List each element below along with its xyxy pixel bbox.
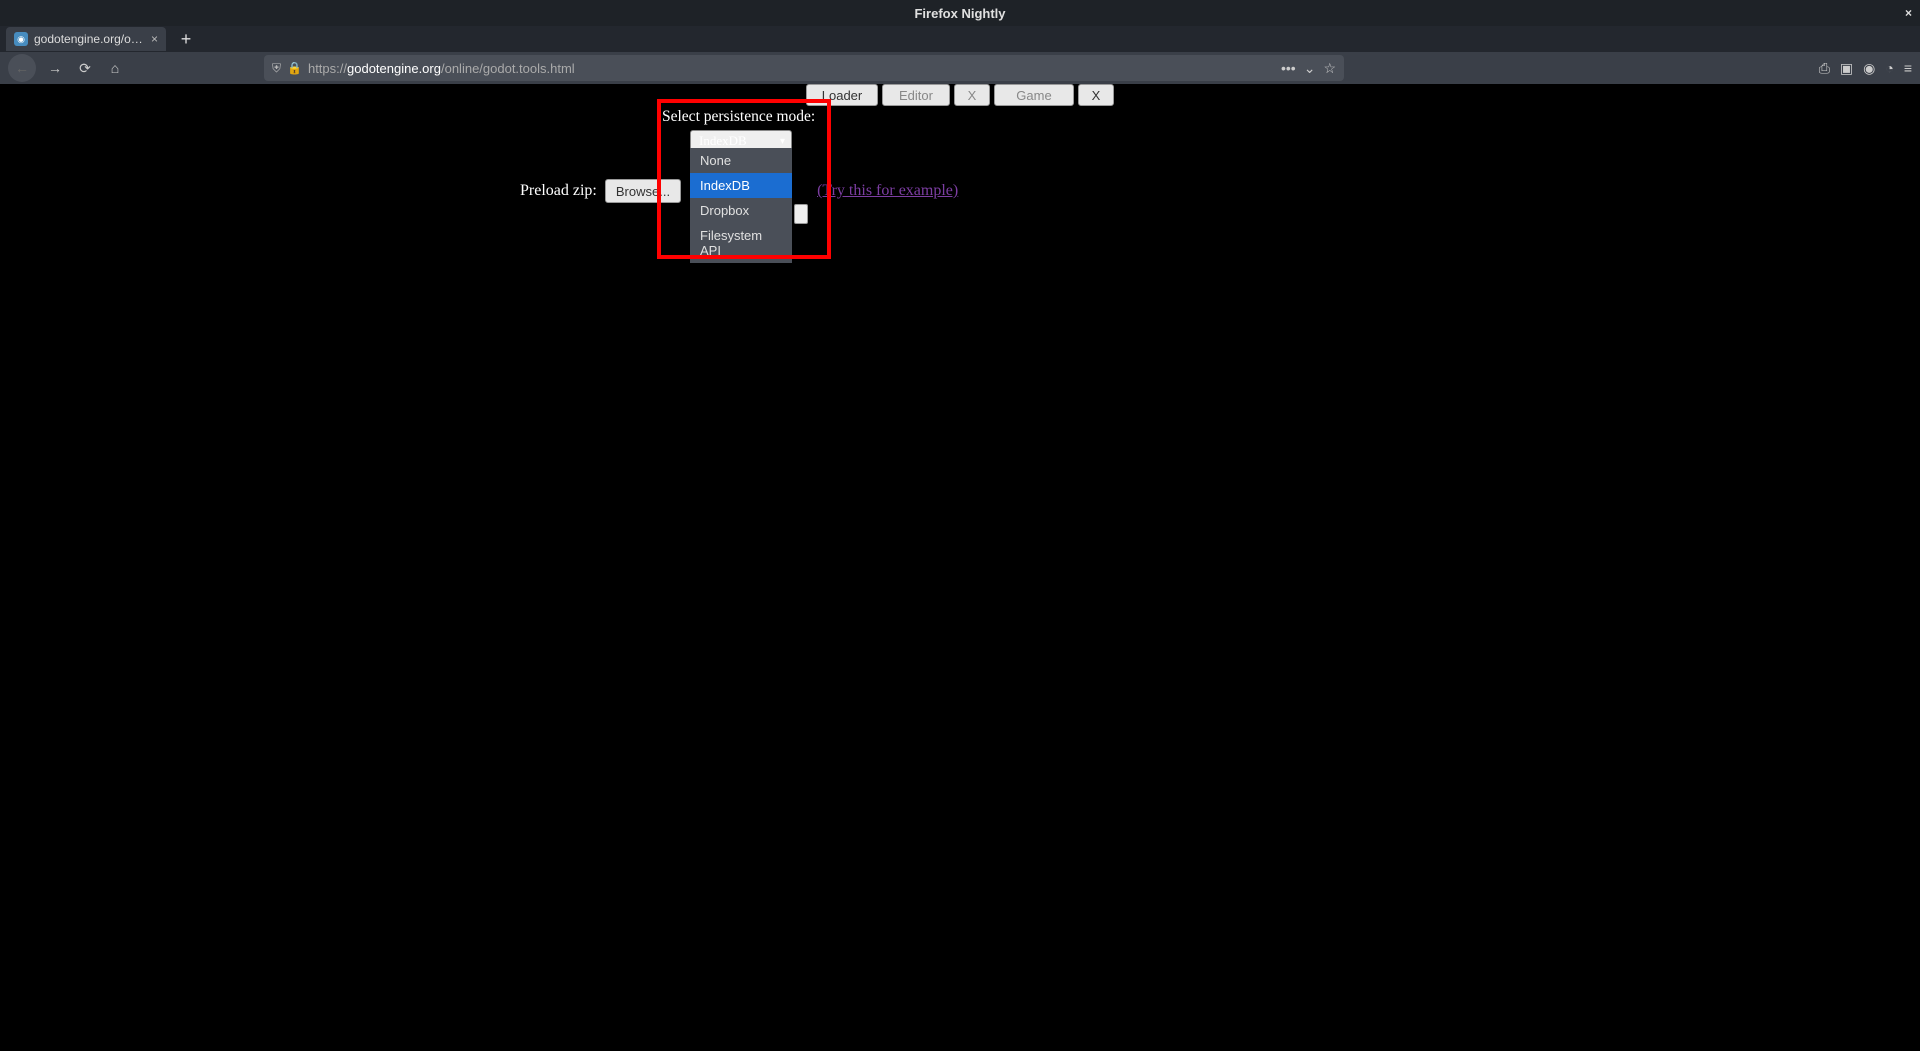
editor-button[interactable]: Editor [882,84,950,106]
godot-favicon: ◉ [14,32,28,46]
persistence-selected-value: IndexDB [699,133,747,149]
page-actions-icon[interactable]: ••• [1281,60,1296,77]
game-button[interactable]: Game [994,84,1074,106]
library-icon[interactable]: ⎙ [1819,60,1830,77]
back-button[interactable]: ← [8,54,36,82]
small-button[interactable] [794,204,808,224]
window-title: Firefox Nightly [914,6,1005,21]
browser-tab[interactable]: ◉ godotengine.org/online/g × [6,27,166,51]
url-toolbar: ← → ⟳ ⌂ ⛨ 🔒 https://godotengine.org/onli… [0,52,1920,84]
top-button-row: Loader Editor X Game X [806,84,1114,106]
dropdown-option-none[interactable]: None [690,148,792,173]
tab-close-icon[interactable]: × [151,32,158,46]
toolbar-right-icons: ⎙ ▣ ◉ ◔ ≡ [1819,60,1912,77]
url-text: https://godotengine.org/online/godot.too… [308,61,1275,76]
try-example-link[interactable]: (Try this for example) [817,182,958,200]
home-button[interactable]: ⌂ [104,57,126,79]
tab-strip: ◉ godotengine.org/online/g × + [0,26,1920,52]
window-titlebar: Firefox Nightly × [0,0,1920,26]
forward-button[interactable]: → [44,57,66,79]
tab-label: godotengine.org/online/g [34,32,145,46]
dropdown-option-dropbox[interactable]: Dropbox [690,198,792,223]
reload-button[interactable]: ⟳ [74,57,96,79]
dropdown-option-indexdb[interactable]: IndexDB [690,173,792,198]
close-editor-button[interactable]: X [954,84,990,106]
bookmark-star-icon[interactable]: ☆ [1323,60,1336,77]
browse-button[interactable]: Browse... [605,179,681,203]
stopwatch-icon[interactable]: ◔ [1885,60,1893,76]
loader-button[interactable]: Loader [806,84,878,106]
page-content: Loader Editor X Game X Select persistenc… [0,84,1920,1051]
extensions-icon[interactable]: ≡ [1904,60,1912,76]
chevron-down-icon: ▾ [780,136,785,147]
window-close-button[interactable]: × [1905,6,1912,20]
persistence-block: Select persistence mode: IndexDB ▾ [662,108,815,152]
address-bar[interactable]: ⛨ 🔒 https://godotengine.org/online/godot… [264,55,1344,81]
persistence-label: Select persistence mode: [662,108,815,126]
persistence-dropdown: None IndexDB Dropbox Filesystem API [690,148,792,263]
sidebar-icon[interactable]: ▣ [1840,60,1853,77]
shield-icon[interactable]: ⛨ [272,61,281,76]
dropdown-option-filesystem-api[interactable]: Filesystem API [690,223,792,263]
lock-icon[interactable]: 🔒 [287,61,302,75]
new-tab-button[interactable]: + [176,29,196,50]
account-icon[interactable]: ◉ [1863,60,1875,77]
pocket-icon[interactable]: ⌄ [1304,60,1316,77]
preload-label: Preload zip: [520,182,597,200]
close-game-button[interactable]: X [1078,84,1114,106]
